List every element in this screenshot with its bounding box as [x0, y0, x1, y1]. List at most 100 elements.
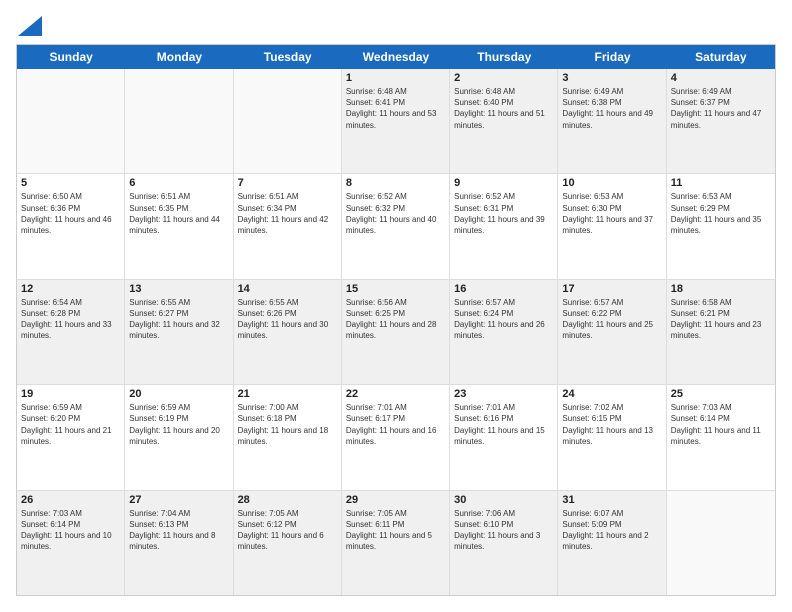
table-row: 20Sunrise: 6:59 AMSunset: 6:19 PMDayligh…: [125, 385, 233, 489]
table-row: 1 Sunrise: 6:48 AMSunset: 6:41 PMDaylight…: [342, 69, 450, 173]
cell-info: Sunrise: 7:01 AMSunset: 6:17 PMDaylight:…: [346, 402, 445, 447]
calendar: Sunday Monday Tuesday Wednesday Thursday…: [16, 44, 776, 596]
cell-info: Sunrise: 6:07 AMSunset: 5:09 PMDaylight:…: [562, 508, 661, 553]
calendar-row: 5 Sunrise: 6:50 AMSunset: 6:36 PMDaylight…: [17, 174, 775, 279]
cell-info: Sunrise: 6:48 AMSunset: 6:41 PMDaylight:…: [346, 86, 445, 131]
day-number: 25: [671, 388, 771, 400]
day-number: 24: [562, 388, 661, 400]
calendar-row: 12 Sunrise: 6:54 AMSunset: 6:28 PMDayligh…: [17, 280, 775, 385]
cell-info: Sunrise: 6:55 AMSunset: 6:27 PMDaylight:…: [129, 297, 228, 342]
day-number: 6: [129, 177, 228, 189]
table-row: 9 Sunrise: 6:52 AMSunset: 6:31 PMDaylight…: [450, 174, 558, 278]
table-row: 26 Sunrise: 7:03 AMSunset: 6:14 PMDayligh…: [17, 491, 125, 595]
header-friday: Friday: [558, 45, 666, 69]
calendar-row: 19Sunrise: 6:59 AMSunset: 6:20 PMDayligh…: [17, 385, 775, 490]
cell-info: Sunrise: 6:51 AMSunset: 6:34 PMDaylight:…: [238, 191, 337, 236]
table-row: 27 Sunrise: 7:04 AMSunset: 6:13 PMDayligh…: [125, 491, 233, 595]
day-number: 30: [454, 494, 553, 506]
day-number: 21: [238, 388, 337, 400]
table-row: 30 Sunrise: 7:06 AMSunset: 6:10 PMDayligh…: [450, 491, 558, 595]
cell-info: Sunrise: 6:49 AMSunset: 6:37 PMDaylight:…: [671, 86, 771, 131]
table-row: 28 Sunrise: 7:05 AMSunset: 6:12 PMDayligh…: [234, 491, 342, 595]
cell-info: Sunrise: 6:52 AMSunset: 6:32 PMDaylight:…: [346, 191, 445, 236]
cell-info: Sunrise: 7:05 AMSunset: 6:12 PMDaylight:…: [238, 508, 337, 553]
cell-info: Sunrise: 6:54 AMSunset: 6:28 PMDaylight:…: [21, 297, 120, 342]
table-row: 12 Sunrise: 6:54 AMSunset: 6:28 PMDayligh…: [17, 280, 125, 384]
day-number: 16: [454, 283, 553, 295]
cell-info: Sunrise: 7:03 AMSunset: 6:14 PMDaylight:…: [21, 508, 120, 553]
day-number: 2: [454, 72, 553, 84]
table-row: [17, 69, 125, 173]
logo: [16, 16, 40, 34]
cell-info: Sunrise: 7:05 AMSunset: 6:11 PMDaylight:…: [346, 508, 445, 553]
day-number: 13: [129, 283, 228, 295]
cell-info: Sunrise: 7:00 AMSunset: 6:18 PMDaylight:…: [238, 402, 337, 447]
table-row: 21 Sunrise: 7:00 AMSunset: 6:18 PMDayligh…: [234, 385, 342, 489]
table-row: [234, 69, 342, 173]
cell-info: Sunrise: 7:03 AMSunset: 6:14 PMDaylight:…: [671, 402, 771, 447]
cell-info: Sunrise: 6:55 AMSunset: 6:26 PMDaylight:…: [238, 297, 337, 342]
calendar-row: 1 Sunrise: 6:48 AMSunset: 6:41 PMDaylight…: [17, 69, 775, 174]
cell-info: Sunrise: 6:56 AMSunset: 6:25 PMDaylight:…: [346, 297, 445, 342]
table-row: 18 Sunrise: 6:58 AMSunset: 6:21 PMDayligh…: [667, 280, 775, 384]
cell-info: Sunrise: 6:53 AMSunset: 6:29 PMDaylight:…: [671, 191, 771, 236]
day-number: 31: [562, 494, 661, 506]
day-number: 9: [454, 177, 553, 189]
table-row: 19Sunrise: 6:59 AMSunset: 6:20 PMDayligh…: [17, 385, 125, 489]
day-number: 23: [454, 388, 553, 400]
day-number: 7: [238, 177, 337, 189]
cell-info: Sunrise: 6:52 AMSunset: 6:31 PMDaylight:…: [454, 191, 553, 236]
cell-info: Sunrise: 7:04 AMSunset: 6:13 PMDaylight:…: [129, 508, 228, 553]
header: [16, 16, 776, 34]
calendar-body: 1 Sunrise: 6:48 AMSunset: 6:41 PMDaylight…: [17, 69, 775, 595]
table-row: 24 Sunrise: 7:02 AMSunset: 6:15 PMDayligh…: [558, 385, 666, 489]
day-number: 28: [238, 494, 337, 506]
day-number: 5: [21, 177, 120, 189]
day-number: 14: [238, 283, 337, 295]
table-row: [667, 491, 775, 595]
day-number: 3: [562, 72, 661, 84]
cell-info: Sunrise: 7:02 AMSunset: 6:15 PMDaylight:…: [562, 402, 661, 447]
day-number: 19: [21, 388, 120, 400]
page: Sunday Monday Tuesday Wednesday Thursday…: [0, 0, 792, 612]
table-row: 13 Sunrise: 6:55 AMSunset: 6:27 PMDayligh…: [125, 280, 233, 384]
day-number: 12: [21, 283, 120, 295]
table-row: 15 Sunrise: 6:56 AMSunset: 6:25 PMDayligh…: [342, 280, 450, 384]
cell-info: Sunrise: 6:58 AMSunset: 6:21 PMDaylight:…: [671, 297, 771, 342]
cell-info: Sunrise: 6:50 AMSunset: 6:36 PMDaylight:…: [21, 191, 120, 236]
table-row: 8Sunrise: 6:52 AMSunset: 6:32 PMDaylight…: [342, 174, 450, 278]
cell-info: Sunrise: 7:01 AMSunset: 6:16 PMDaylight:…: [454, 402, 553, 447]
header-wednesday: Wednesday: [342, 45, 450, 69]
table-row: 3 Sunrise: 6:49 AMSunset: 6:38 PMDaylight…: [558, 69, 666, 173]
table-row: 31 Sunrise: 6:07 AMSunset: 5:09 PMDayligh…: [558, 491, 666, 595]
day-number: 27: [129, 494, 228, 506]
header-thursday: Thursday: [450, 45, 558, 69]
table-row: 29Sunrise: 7:05 AMSunset: 6:11 PMDayligh…: [342, 491, 450, 595]
table-row: 25 Sunrise: 7:03 AMSunset: 6:14 PMDayligh…: [667, 385, 775, 489]
day-number: 18: [671, 283, 771, 295]
header-saturday: Saturday: [667, 45, 775, 69]
day-number: 4: [671, 72, 771, 84]
table-row: 2Sunrise: 6:48 AMSunset: 6:40 PMDaylight…: [450, 69, 558, 173]
table-row: 17Sunrise: 6:57 AMSunset: 6:22 PMDayligh…: [558, 280, 666, 384]
day-number: 10: [562, 177, 661, 189]
day-number: 17: [562, 283, 661, 295]
cell-info: Sunrise: 6:49 AMSunset: 6:38 PMDaylight:…: [562, 86, 661, 131]
header-tuesday: Tuesday: [234, 45, 342, 69]
day-number: 22: [346, 388, 445, 400]
day-number: 11: [671, 177, 771, 189]
table-row: 4 Sunrise: 6:49 AMSunset: 6:37 PMDaylight…: [667, 69, 775, 173]
header-monday: Monday: [125, 45, 233, 69]
cell-info: Sunrise: 6:57 AMSunset: 6:24 PMDaylight:…: [454, 297, 553, 342]
table-row: 16 Sunrise: 6:57 AMSunset: 6:24 PMDayligh…: [450, 280, 558, 384]
cell-info: Sunrise: 7:06 AMSunset: 6:10 PMDaylight:…: [454, 508, 553, 553]
day-number: 1: [346, 72, 445, 84]
calendar-row: 26 Sunrise: 7:03 AMSunset: 6:14 PMDayligh…: [17, 491, 775, 595]
day-number: 26: [21, 494, 120, 506]
table-row: 22 Sunrise: 7:01 AMSunset: 6:17 PMDayligh…: [342, 385, 450, 489]
table-row: 11 Sunrise: 6:53 AMSunset: 6:29 PMDayligh…: [667, 174, 775, 278]
calendar-header: Sunday Monday Tuesday Wednesday Thursday…: [17, 45, 775, 69]
table-row: 7 Sunrise: 6:51 AMSunset: 6:34 PMDaylight…: [234, 174, 342, 278]
day-number: 20: [129, 388, 228, 400]
day-number: 15: [346, 283, 445, 295]
